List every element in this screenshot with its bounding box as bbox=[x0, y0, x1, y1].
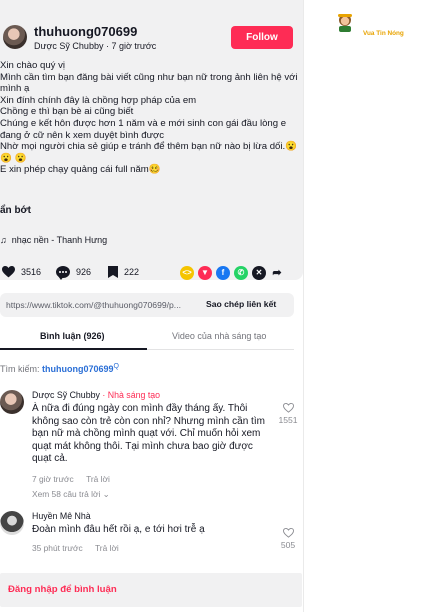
view-replies-button[interactable]: Xem 58 câu trả lời ⌄ bbox=[32, 489, 110, 499]
comment-like-count: 505 bbox=[280, 540, 296, 550]
search-icon: Q bbox=[113, 363, 119, 370]
author-avatar[interactable] bbox=[3, 25, 27, 49]
search-label: Tìm kiếm: bbox=[0, 364, 40, 374]
comment-meta: 7 giờ trước Trả lời bbox=[32, 474, 110, 484]
right-sidebar bbox=[303, 0, 430, 612]
tab-comments[interactable]: Bình luận (926) bbox=[40, 331, 105, 341]
bookmark-icon bbox=[108, 266, 118, 278]
login-to-comment-label: Đăng nhập để bình luận bbox=[8, 584, 117, 595]
search-term[interactable]: thuhuong070699 bbox=[42, 364, 114, 374]
save-stat[interactable]: 222 bbox=[108, 266, 139, 278]
commenter-name-row[interactable]: Huyền Mê Nhà bbox=[32, 511, 91, 521]
comment-time: 35 phút trước bbox=[32, 543, 83, 553]
video-link-url: https://www.tiktok.com/@thuhuong070699/p… bbox=[6, 300, 181, 310]
copy-link-bar: https://www.tiktok.com/@thuhuong070699/p… bbox=[0, 293, 294, 317]
commenter-avatar[interactable] bbox=[0, 390, 24, 414]
comment-count: 926 bbox=[76, 267, 92, 277]
creator-badge: · Nhà sáng tạo bbox=[102, 390, 161, 400]
comment-text: À nữa đi đúng ngày con mình đầy tháng ấy… bbox=[32, 403, 265, 464]
whatsapp-icon[interactable]: ✆ bbox=[234, 266, 248, 280]
pin-icon[interactable]: ▼ bbox=[198, 266, 212, 280]
commenter-name: Huyền Mê Nhà bbox=[32, 511, 91, 521]
commenter-name-row[interactable]: Dược Sỹ Chubby · Nhà sáng tạo bbox=[32, 390, 160, 400]
like-count: 3516 bbox=[21, 267, 42, 277]
tab-creator-videos[interactable]: Video của nhà sáng tạo bbox=[172, 331, 266, 341]
commenter-avatar[interactable] bbox=[0, 511, 24, 535]
comment-icon bbox=[56, 266, 70, 280]
commenter-name: Dược Sỹ Chubby bbox=[32, 390, 100, 400]
save-count: 222 bbox=[124, 267, 140, 277]
reply-button[interactable]: Trả lời bbox=[95, 543, 119, 553]
comment-stat[interactable]: 926 bbox=[56, 266, 92, 280]
post-caption: Xin chào quý vị Mình cần tìm bạn đăng bà… bbox=[0, 60, 298, 176]
music-note-icon: ♫ bbox=[0, 235, 7, 245]
arrow-share-icon[interactable]: ➦ bbox=[270, 266, 284, 280]
comment-tabs: Bình luận (926) Video của nhà sáng tạo bbox=[0, 324, 294, 350]
comment-meta: 35 phút trước Trả lời bbox=[32, 543, 119, 553]
heart-outline-icon bbox=[282, 528, 294, 538]
comment-like-count: 1551 bbox=[278, 415, 298, 425]
embed-icon[interactable]: <> bbox=[180, 266, 194, 280]
comment-like[interactable]: 1551 bbox=[276, 403, 300, 425]
comment-text: Đoàn mình đâu hết rồi ạ, e tới hơi trễ ạ bbox=[32, 524, 205, 535]
copy-link-button[interactable]: Sao chép liên kết bbox=[206, 299, 276, 309]
reply-button[interactable]: Trả lời bbox=[86, 474, 110, 484]
heart-icon bbox=[2, 266, 15, 278]
share-icons: <> ▼ f ✆ ✕ ➦ bbox=[180, 266, 288, 280]
facebook-icon[interactable]: f bbox=[216, 266, 230, 280]
author-username[interactable]: thuhuong070699 bbox=[34, 24, 137, 39]
music-title: nhạc nền - Thanh Hưng bbox=[11, 235, 108, 245]
x-icon[interactable]: ✕ bbox=[252, 266, 266, 280]
show-less-link[interactable]: ẩn bớt bbox=[0, 205, 31, 216]
comment-like[interactable]: 505 bbox=[276, 528, 300, 550]
active-tab-indicator bbox=[0, 348, 147, 350]
author-subline: Dược Sỹ Chubby · 7 giờ trước bbox=[34, 41, 157, 51]
search-suggestion[interactable]: Tìm kiếm: thuhuong070699Q bbox=[0, 363, 119, 374]
post-description-card: thuhuong070699 Dược Sỹ Chubby · 7 giờ tr… bbox=[0, 0, 303, 280]
like-stat[interactable]: 3516 bbox=[2, 266, 41, 278]
video-detail-panel: thuhuong070699 Dược Sỹ Chubby · 7 giờ tr… bbox=[0, 0, 303, 612]
engagement-bar: 3516 926 222 <> ▼ f ✆ ✕ ➦ bbox=[0, 266, 303, 284]
follow-button[interactable]: Follow bbox=[231, 26, 293, 49]
page: thuhuong070699 Dược Sỹ Chubby · 7 giờ tr… bbox=[0, 0, 430, 612]
comment-time: 7 giờ trước bbox=[32, 474, 74, 484]
heart-outline-icon bbox=[282, 403, 294, 413]
login-to-comment-bar[interactable]: Đăng nhập để bình luận bbox=[0, 573, 302, 607]
music-link[interactable]: ♫ nhạc nền - Thanh Hưng bbox=[0, 235, 107, 245]
brand-logo bbox=[338, 14, 352, 32]
brand-name: Vua Tin Nóng bbox=[363, 30, 404, 37]
